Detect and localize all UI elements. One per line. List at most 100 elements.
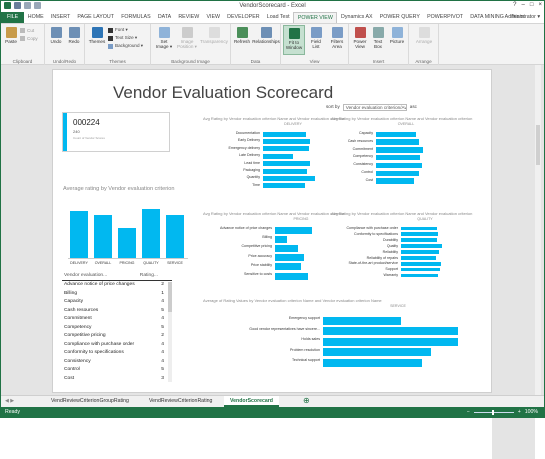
horizontal-bar[interactable] <box>275 272 309 280</box>
horizontal-bar[interactable] <box>263 175 315 182</box>
sheet-nav-arrows[interactable]: ◀ ▶ <box>5 396 14 407</box>
sort-order[interactable]: asc <box>410 104 417 111</box>
horizontal-bar[interactable] <box>401 250 440 254</box>
report-title[interactable]: Vendor Evaluation Scorecard <box>113 83 333 103</box>
horizontal-bar[interactable] <box>376 131 416 138</box>
undo-button[interactable]: Undo <box>49 27 63 44</box>
horizontal-bar[interactable] <box>263 131 307 137</box>
table-row[interactable]: Control 5 <box>62 366 172 375</box>
filters-area-button[interactable]: Filters Area <box>327 27 347 49</box>
horizontal-bar[interactable] <box>401 244 443 248</box>
horizontal-bar[interactable] <box>376 154 421 161</box>
table-scrollbar[interactable] <box>168 282 172 382</box>
column-bar[interactable] <box>94 214 112 258</box>
horizontal-bar[interactable] <box>376 139 420 145</box>
horizontal-bar[interactable] <box>263 183 305 189</box>
tab-insert[interactable]: INSERT <box>47 12 74 23</box>
tab-power-query[interactable]: POWER QUERY <box>376 12 423 23</box>
horizontal-bar[interactable] <box>323 327 458 336</box>
horizontal-bar[interactable] <box>263 146 309 152</box>
tab-review[interactable]: REVIEW <box>175 12 203 23</box>
relationships-button[interactable]: Relationships <box>252 27 280 44</box>
tab-home[interactable]: HOME <box>24 12 47 23</box>
close-icon[interactable]: × <box>538 2 542 8</box>
cut-button[interactable]: Cut <box>20 28 34 33</box>
sheet-tab-vendor-scorecard[interactable]: VendorScorecard <box>224 396 279 407</box>
column-bar[interactable] <box>70 211 88 258</box>
add-sheet-icon[interactable]: ⊕ <box>297 396 316 407</box>
sort-control[interactable]: sort by Vendor evaluation criterion/Av..… <box>326 104 417 111</box>
background-dropdown[interactable]: Background ▾ <box>108 43 143 49</box>
horizontal-bar[interactable] <box>401 273 439 278</box>
column-bar[interactable] <box>166 214 184 258</box>
kpi-card[interactable]: 000224 240 Count of Vendor Scores <box>62 112 170 152</box>
table-row[interactable]: Billing 1 <box>62 290 172 299</box>
themes-button[interactable]: Themes <box>88 27 106 44</box>
text-box-button[interactable]: Text Box <box>370 27 386 49</box>
horizontal-bar[interactable] <box>401 226 438 231</box>
column-header-rating[interactable]: Rating... <box>140 273 158 278</box>
table-row[interactable]: Commitment 4 <box>62 315 172 324</box>
set-image-button[interactable]: Set Image ▾ <box>154 27 174 49</box>
tab-load-test[interactable]: Load Test <box>263 12 293 23</box>
tab-developer[interactable]: DEVELOPER <box>224 12 264 23</box>
user-account[interactable]: Administrator ▾ <box>505 12 540 23</box>
zoom-control[interactable]: − + 100% <box>467 409 538 415</box>
table-row[interactable]: Competency 5 <box>62 324 172 333</box>
tab-dynamics-ax[interactable]: Dynamics AX <box>337 12 376 23</box>
copy-button[interactable]: Copy <box>20 36 38 41</box>
column-bar[interactable] <box>118 228 136 258</box>
table-row[interactable]: Cost 3 <box>62 375 172 384</box>
zoom-slider[interactable] <box>473 409 514 415</box>
criterion-rating-table[interactable]: Vendor evaluation... Rating... Advance n… <box>62 272 172 383</box>
horizontal-bar[interactable] <box>275 235 288 243</box>
horizontal-bar[interactable] <box>401 256 436 260</box>
horizontal-bar[interactable] <box>401 267 441 272</box>
minimize-icon[interactable]: – <box>522 2 525 8</box>
image-position-button[interactable]: Image Position ▾ <box>176 27 198 49</box>
zoom-out-icon[interactable]: − <box>467 409 470 415</box>
vertical-scrollbar[interactable] <box>535 65 541 395</box>
horizontal-bar[interactable] <box>275 244 298 252</box>
arrange-button[interactable]: Arrange <box>412 27 436 44</box>
font-dropdown[interactable]: Font ▾ <box>108 27 128 33</box>
table-row[interactable]: Advance notice of price changes 2 <box>62 281 172 290</box>
table-row[interactable]: Cash resources 5 <box>62 307 172 316</box>
table-row[interactable]: Consistency 4 <box>62 358 172 367</box>
horizontal-bar[interactable] <box>401 238 437 242</box>
horizontal-bar[interactable] <box>323 316 401 325</box>
horizontal-bar[interactable] <box>275 254 305 262</box>
sheet-tab-criterion-rating[interactable]: VendReviewCriterionRating <box>143 396 218 407</box>
table-scroll-thumb[interactable] <box>168 282 172 312</box>
horizontal-bar[interactable] <box>401 261 442 266</box>
zoom-level[interactable]: 100% <box>525 409 538 415</box>
horizontal-bar[interactable] <box>401 232 439 237</box>
help-icon[interactable]: ? <box>513 2 516 8</box>
column-header-criterion[interactable]: Vendor evaluation... <box>64 273 107 278</box>
table-row[interactable]: Competitive pricing 2 <box>62 332 172 341</box>
sheet-tab-group-rating[interactable]: VendReviewCriterionGroupRating <box>45 396 135 407</box>
tab-power-view[interactable]: POWER VIEW <box>293 12 338 23</box>
tab-formulas[interactable]: FORMULAS <box>118 12 155 23</box>
table-row[interactable]: Capacity 4 <box>62 298 172 307</box>
horizontal-bar[interactable] <box>263 168 308 174</box>
redo-button[interactable]: Redo <box>67 27 81 44</box>
fit-to-window-button[interactable]: Fit to Window <box>283 25 305 55</box>
horizontal-bar[interactable] <box>263 153 293 159</box>
sort-field-select[interactable]: Vendor evaluation criterion/Av... <box>342 104 407 111</box>
horizontal-bar[interactable] <box>376 147 423 153</box>
field-list-button[interactable]: Field List <box>307 27 325 49</box>
tab-page-layout[interactable]: PAGE LAYOUT <box>74 12 118 23</box>
table-row[interactable]: Conformity to specifications 4 <box>62 349 172 358</box>
horizontal-bar[interactable] <box>263 138 310 145</box>
table-row[interactable]: Compliance with purchase order 4 <box>62 341 172 350</box>
refresh-button[interactable]: Refresh <box>233 27 251 44</box>
tab-data-mining[interactable]: DATA MINING <box>467 12 508 23</box>
transparency-button[interactable]: Transparency <box>200 27 228 44</box>
horizontal-bar[interactable] <box>275 226 313 234</box>
column-bar[interactable] <box>142 208 160 258</box>
tab-file[interactable]: FILE <box>1 12 25 23</box>
horizontal-bar[interactable] <box>376 178 415 184</box>
horizontal-bar[interactable] <box>323 358 422 367</box>
horizontal-bar[interactable] <box>263 161 310 167</box>
